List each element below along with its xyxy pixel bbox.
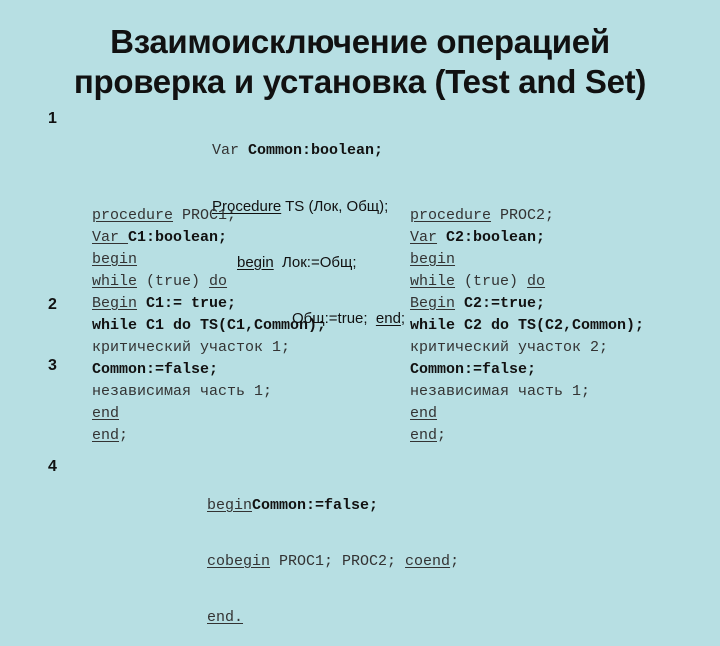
main-begin-line: beginCommon:=false; — [207, 495, 459, 517]
code-line: критический участок 2; — [410, 337, 644, 359]
main-program-block: beginCommon:=false; cobegin PROC1; PROC2… — [207, 461, 459, 646]
title-line-2: проверка и установка (Test and Set) — [73, 63, 647, 100]
code-text: ; — [437, 427, 447, 444]
common-init: Common:=false; — [252, 497, 379, 514]
keyword: while — [410, 273, 456, 290]
code-line: end — [92, 403, 326, 425]
bold-code: C2:=true; — [464, 295, 546, 312]
bold-code: C1:= true; — [146, 295, 237, 312]
marker-1: 1 — [48, 110, 57, 127]
code-text: независимая часть 1; — [92, 383, 273, 400]
keyword: do — [209, 273, 228, 290]
bold-code: C1:boolean; — [128, 229, 228, 246]
code-line: независимая часть 1; — [410, 381, 644, 403]
code-line: Common:=false; — [92, 359, 326, 381]
code-line: end; — [92, 425, 326, 447]
code-line: end — [410, 403, 644, 425]
keyword: do — [527, 273, 546, 290]
proc2-block: procedure PROC2; Var C2:boolean; begin whil… — [410, 205, 644, 447]
bold-code: while C2 do TS(C2,Common); — [410, 317, 645, 334]
code-text: PROC2; — [491, 207, 555, 224]
ts-var-line: Var Common:boolean; — [212, 140, 405, 162]
code-line: procedure PROC2; — [410, 205, 644, 227]
var-keyword: Var — [212, 142, 249, 159]
common-declaration: Common:boolean; — [248, 142, 384, 159]
end-semicolon: ; — [400, 310, 406, 327]
keyword: Begin — [92, 295, 138, 312]
end-keyword: end. — [207, 609, 244, 626]
bold-code: while C1 do TS(C1,Common); — [92, 317, 327, 334]
code-text: (true) — [137, 273, 210, 290]
code-line: while (true) do — [92, 271, 326, 293]
keyword: while — [92, 273, 138, 290]
bold-code: C2:boolean; — [446, 229, 546, 246]
keyword: Var — [410, 229, 438, 246]
marker-3: 3 — [48, 357, 57, 374]
code-line: критический участок 1; — [92, 337, 326, 359]
coend-keyword: coend — [405, 553, 451, 570]
proc1-block: procedure PROC1; Var C1:boolean; begin whil… — [92, 205, 326, 447]
keyword: begin — [410, 251, 456, 268]
code-text: критический участок 2; — [410, 339, 609, 356]
keyword: end — [92, 427, 120, 444]
keyword: Var — [92, 229, 129, 246]
keyword: end — [410, 405, 438, 422]
title-line-1: Взаимоисключение операцией — [110, 23, 610, 60]
main-cobegin-line: cobegin PROC1; PROC2; coend; — [207, 551, 459, 573]
code-line: Var C1:boolean; — [92, 227, 326, 249]
end-keyword: end — [375, 310, 401, 327]
code-text: (true) — [455, 273, 528, 290]
keyword: procedure — [410, 207, 492, 224]
code-text: независимая часть 1; — [410, 383, 591, 400]
marker-2: 2 — [48, 296, 57, 313]
code-line: procedure PROC1; — [92, 205, 326, 227]
code-line: while C2 do TS(C2,Common); — [410, 315, 644, 337]
code-line: независимая часть 1; — [92, 381, 326, 403]
code-line: Var C2:boolean; — [410, 227, 644, 249]
code-text: PROC1; — [173, 207, 237, 224]
begin-keyword: begin — [207, 497, 253, 514]
code-line: Begin C2:=true; — [410, 293, 644, 315]
code-line: Begin C1:= true; — [92, 293, 326, 315]
cobegin-body: PROC1; PROC2; — [270, 553, 406, 570]
coend-semicolon: ; — [450, 553, 460, 570]
code-line: while C1 do TS(C1,Common); — [92, 315, 326, 337]
slide-title: Взаимоисключение операцией проверка и ус… — [0, 22, 720, 102]
code-line: begin — [410, 249, 644, 271]
keyword: Begin — [410, 295, 456, 312]
code-text: ; — [119, 427, 129, 444]
keyword: begin — [92, 251, 138, 268]
cobegin-keyword: cobegin — [207, 553, 271, 570]
keyword: end — [410, 427, 438, 444]
bold-code: Common:=false; — [410, 361, 537, 378]
bold-code: Common:=false; — [92, 361, 219, 378]
marker-4: 4 — [48, 458, 57, 475]
code-line: end; — [410, 425, 644, 447]
keyword: procedure — [92, 207, 174, 224]
main-end-line: end. — [207, 607, 459, 629]
code-line: Common:=false; — [410, 359, 644, 381]
code-text: критический участок 1; — [92, 339, 291, 356]
keyword: end — [92, 405, 120, 422]
code-line: begin — [92, 249, 326, 271]
code-line: while (true) do — [410, 271, 644, 293]
